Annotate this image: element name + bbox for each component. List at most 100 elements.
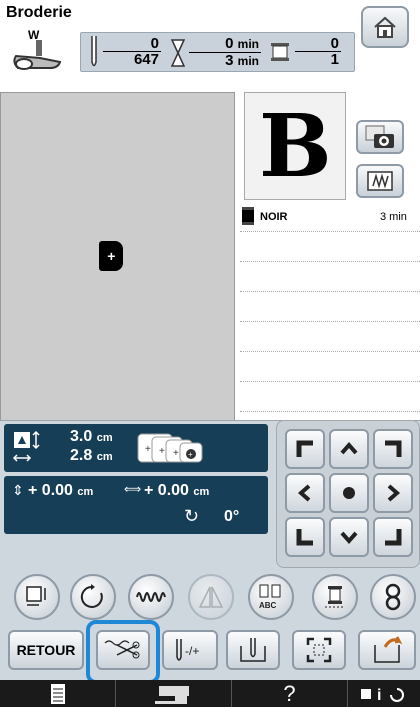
thread-color-button[interactable]	[312, 574, 358, 620]
corner-down-left-icon	[296, 529, 313, 546]
corner-up-right-icon	[385, 440, 402, 457]
needle-tension-icon: -/+	[176, 639, 199, 661]
presser-foot-icon: W	[10, 28, 66, 76]
home-icon	[374, 16, 396, 38]
center-button[interactable]	[329, 473, 369, 513]
move-down-button[interactable]	[329, 517, 369, 557]
thread-abc-icon: ABC	[259, 584, 281, 610]
fabric-icon	[367, 171, 393, 191]
home-button[interactable]	[361, 6, 409, 48]
color-count-current: 0	[295, 36, 341, 52]
position-y: + 0.00	[28, 482, 73, 499]
corner-up-left-icon	[296, 440, 313, 457]
thread-spool-swatch	[242, 207, 254, 225]
vertical-arrow-icon: ⇕	[12, 482, 24, 498]
position-x: + 0.00	[144, 482, 189, 499]
document-icon	[50, 683, 65, 704]
thread-row-empty	[240, 352, 420, 382]
color-count-total: 1	[330, 51, 339, 68]
figure-eight-icon	[385, 583, 401, 611]
corner-down-right-icon	[385, 529, 402, 546]
size-height: 2.8	[70, 447, 93, 464]
rotation-angle: 0°	[224, 508, 240, 525]
mirror-button[interactable]	[188, 574, 234, 620]
svg-text:+: +	[188, 450, 193, 459]
fabric-thickness-button[interactable]	[356, 164, 404, 198]
time-unit-top: min	[237, 37, 259, 51]
stitch-status-bar: 0 647 0 min 3 min 0 1	[80, 32, 355, 72]
svg-text:ABC: ABC	[259, 601, 277, 610]
thread-spool-icon	[271, 43, 289, 61]
move-pad	[276, 420, 420, 568]
resize-button[interactable]	[14, 574, 60, 620]
tension-button[interactable]: -/+	[162, 630, 218, 670]
back-button[interactable]: RETOUR	[8, 630, 84, 670]
size-display: 3.0 cm 2.8 cm + + + +	[4, 424, 268, 472]
position-y-unit: cm	[77, 486, 94, 498]
machine-help-button[interactable]	[116, 680, 232, 707]
info-rotate-icon: i	[361, 687, 404, 704]
thread-name: NOIR	[260, 211, 288, 223]
chevron-left-icon	[297, 484, 311, 502]
size-width-unit: cm	[96, 432, 113, 444]
size-height-unit: cm	[96, 451, 113, 463]
needle-frame-icon	[240, 638, 266, 662]
camera-icon	[365, 125, 394, 148]
needle-position-button[interactable]	[226, 630, 280, 670]
chevron-right-icon	[387, 484, 401, 502]
stitch-count-current: 0	[103, 36, 161, 52]
move-right-button[interactable]	[373, 473, 413, 513]
thread-row-empty	[240, 322, 420, 352]
info-button[interactable]: i	[348, 680, 420, 707]
thread-row-empty	[240, 232, 420, 262]
center-dot-icon	[343, 487, 355, 499]
rotation-icon: ↻	[184, 506, 200, 526]
page-title: Broderie	[6, 4, 72, 21]
move-up-left-button[interactable]	[285, 429, 325, 469]
size-icon	[12, 430, 40, 462]
chevron-up-icon	[340, 441, 358, 455]
density-button[interactable]	[128, 574, 174, 620]
memory-button[interactable]	[358, 630, 416, 670]
thread-row[interactable]: NOIR 3 min	[240, 202, 420, 232]
position-x-unit: cm	[193, 486, 210, 498]
repeat-button[interactable]	[370, 574, 416, 620]
trial-button[interactable]	[292, 630, 346, 670]
rotate-button[interactable]	[70, 574, 116, 620]
help-button[interactable]: ?	[232, 680, 348, 707]
svg-text:+: +	[173, 448, 179, 459]
svg-text:+: +	[159, 446, 165, 457]
rotate-icon	[80, 584, 103, 608]
save-pocket-icon	[374, 636, 403, 663]
size-width: 3.0	[70, 428, 93, 445]
thread-trim-button[interactable]	[96, 630, 150, 670]
move-left-button[interactable]	[285, 473, 325, 513]
thread-spool-icon	[325, 586, 345, 608]
preview-pattern: B +	[99, 241, 123, 271]
settings-button[interactable]	[0, 680, 116, 707]
embroidery-preview[interactable]: B +	[0, 92, 235, 422]
thread-color-list: NOIR 3 min	[240, 202, 420, 417]
needle-icon	[91, 36, 97, 67]
time-unit-bottom: min	[237, 54, 259, 68]
stitch-count-total: 647	[133, 51, 159, 68]
thread-row-empty	[240, 292, 420, 322]
hourglass-icon	[171, 39, 185, 67]
trial-frame-icon	[306, 637, 332, 663]
thumbnail-glyph: B	[259, 96, 332, 197]
hoop-size-icon: + + + +	[137, 433, 203, 463]
machine-icon	[154, 685, 189, 704]
move-up-right-button[interactable]	[373, 429, 413, 469]
resize-icon	[26, 586, 46, 606]
pattern-thumbnail: B	[244, 92, 346, 200]
scissors-icon	[104, 640, 140, 659]
time-current: 0	[225, 35, 234, 52]
svg-text:+: +	[145, 444, 151, 455]
thread-row-empty	[240, 382, 420, 412]
svg-text:-/+: -/+	[185, 644, 199, 658]
move-down-right-button[interactable]	[373, 517, 413, 557]
thread-sort-button[interactable]: ABC	[248, 574, 294, 620]
camera-view-button[interactable]	[356, 120, 404, 154]
move-up-button[interactable]	[329, 429, 369, 469]
move-down-left-button[interactable]	[285, 517, 325, 557]
